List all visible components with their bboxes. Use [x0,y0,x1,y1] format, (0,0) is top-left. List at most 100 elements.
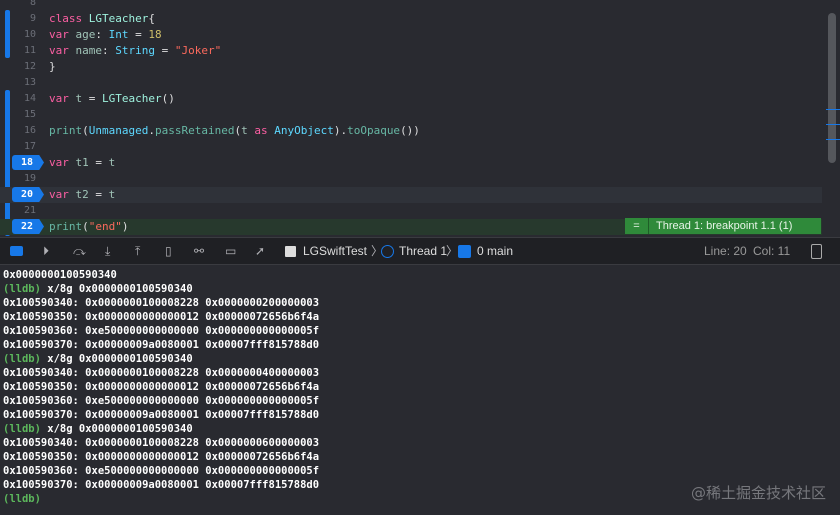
code-token: = [128,28,149,41]
line-number[interactable]: 21 [12,203,36,219]
code-line[interactable]: 18 var t1 = t [0,155,822,171]
code-token: ). [333,124,348,137]
code-token: LGTeacher [88,12,149,25]
code-token: var [49,92,76,105]
code-text: var name: String = "Joker" [49,43,221,59]
step-into-icon[interactable]: ⤓ [105,244,110,258]
console-line: 0x100590340: 0x0000000100008228 0x000000… [3,297,320,309]
view-hierarchy-icon[interactable]: ▯ [165,244,172,258]
code-text: var age: Int = 18 [49,27,162,43]
code-token: "Joker" [174,44,222,57]
environment-icon[interactable]: ▭ [225,244,236,258]
memory-graph-icon[interactable]: ⚯ [194,244,204,258]
code-token: String [115,44,155,57]
console-command: x/8g 0x0000000100590340 [47,283,193,295]
code-token: LGTeacher [102,92,162,105]
code-token: 18 [148,28,162,41]
code-line[interactable]: 11 var name: String = "Joker" [0,43,822,59]
console-line: 0x0000000100590340 [3,269,117,281]
code-line[interactable]: 14 var t = LGTeacher() [0,91,822,107]
line-number[interactable]: 8 [12,0,36,11]
code-token: = [88,156,109,169]
debug-console[interactable]: 0x0000000100590340 (lldb) x/8g 0x00000001… [0,266,840,515]
code-line[interactable]: 15 [0,107,822,123]
code-line[interactable]: 13 [0,75,822,91]
code-line[interactable]: 9 class LGTeacher{ [0,11,822,27]
line-number[interactable]: 10 [12,27,36,43]
code-token: () [161,92,175,105]
line-number[interactable]: 15 [12,107,36,123]
console-line: 0x100590360: 0xe500000000000000 0x000000… [3,465,320,477]
breakpoint-marker[interactable]: 22 [12,219,44,234]
panel-toggle-icon[interactable] [811,244,822,259]
line-number[interactable]: 11 [12,43,36,59]
console-line: 0x100590350: 0x0000000000000012 0x000000… [3,451,320,463]
code-line[interactable]: 12} [0,59,822,75]
step-out-icon[interactable]: ⤒ [135,244,140,258]
lldb-prompt: (lldb) [3,353,48,365]
line-number[interactable]: 19 [12,171,36,187]
line-number[interactable]: 12 [12,59,36,75]
toggle-console-icon[interactable] [10,246,23,256]
line-number[interactable]: 16 [12,123,36,139]
lldb-prompt: (lldb) [3,283,48,295]
breakpoint-banner[interactable]: = Thread 1: breakpoint 1.1 (1) [625,218,821,234]
line-number[interactable]: 13 [12,75,36,91]
lldb-prompt: (lldb) [3,493,48,505]
minimap-marker [826,139,840,140]
code-line[interactable]: 10 var age: Int = 18 [0,27,822,43]
code-token: = [155,44,175,57]
code-text: class LGTeacher{ [49,11,155,27]
code-token: as [247,124,275,137]
thread-selector[interactable]: Thread 1 [399,244,447,258]
line-number[interactable]: 17 [12,139,36,155]
code-token: ) [121,220,129,233]
watermark: @稀土掘金技术社区 [690,484,826,502]
code-text: } [49,59,56,75]
code-token: Int [108,28,129,41]
target-name[interactable]: LGSwiftTest [303,244,367,258]
code-token: ( [82,124,89,137]
code-token: Unmanaged [88,124,149,137]
code-text: var t2 = t [49,187,115,203]
code-token: print [49,124,83,137]
code-token: var [49,28,76,41]
code-token: : [95,28,109,41]
code-token: var [49,44,76,57]
minimap-marker [826,124,840,125]
console-line: 0x100590340: 0x0000000100008228 0x000000… [3,437,320,449]
line-number[interactable]: 9 [12,11,36,27]
line-number[interactable]: 14 [12,91,36,107]
breakpoint-banner-text: Thread 1: breakpoint 1.1 (1) [656,220,793,232]
breakpoint-marker[interactable]: 18 [12,155,44,170]
app-icon [285,246,296,257]
continue-icon[interactable]: ⏵ [43,244,49,258]
code-line[interactable]: 16 print(Unmanaged.passRetained(t as AnyO… [0,123,822,139]
thread-icon [381,245,394,258]
minimap-marker [826,109,840,110]
editor-scrollbar[interactable] [828,13,836,163]
console-line: 0x100590350: 0x0000000000000012 0x000000… [3,311,320,323]
code-token: print [49,220,83,233]
code-token: AnyObject [274,124,334,137]
code-line[interactable]: 20 var t2 = t [0,187,822,203]
step-over-icon[interactable]: ⤼ [73,244,86,258]
code-line[interactable]: 21 [0,203,822,219]
location-icon[interactable]: ➚ [255,244,265,258]
code-editor[interactable]: 8 9 class LGTeacher{ 10 var age: Int = 18 11 v… [0,0,840,236]
console-line: (lldb) x/8g 0x0000000100590340 [3,352,840,366]
code-text: print("end") [49,219,129,235]
equals-icon: = [625,218,649,234]
code-token: = [88,188,109,201]
frame-selector[interactable]: 0 main [477,244,513,258]
code-line[interactable]: 17 [0,139,822,155]
console-line: 0x100590350: 0x0000000000000012 0x000000… [3,381,320,393]
code-token: passRetained [154,124,235,137]
code-line[interactable]: 19 [0,171,822,187]
code-text: var t = LGTeacher() [49,91,175,107]
console-line: 0x100590360: 0xe500000000000000 0x000000… [3,395,320,407]
lldb-prompt: (lldb) [3,423,48,435]
line-indicator: Line: 20 [704,244,747,258]
code-line[interactable]: 8 [0,0,822,11]
breakpoint-marker[interactable]: 20 [12,187,44,202]
